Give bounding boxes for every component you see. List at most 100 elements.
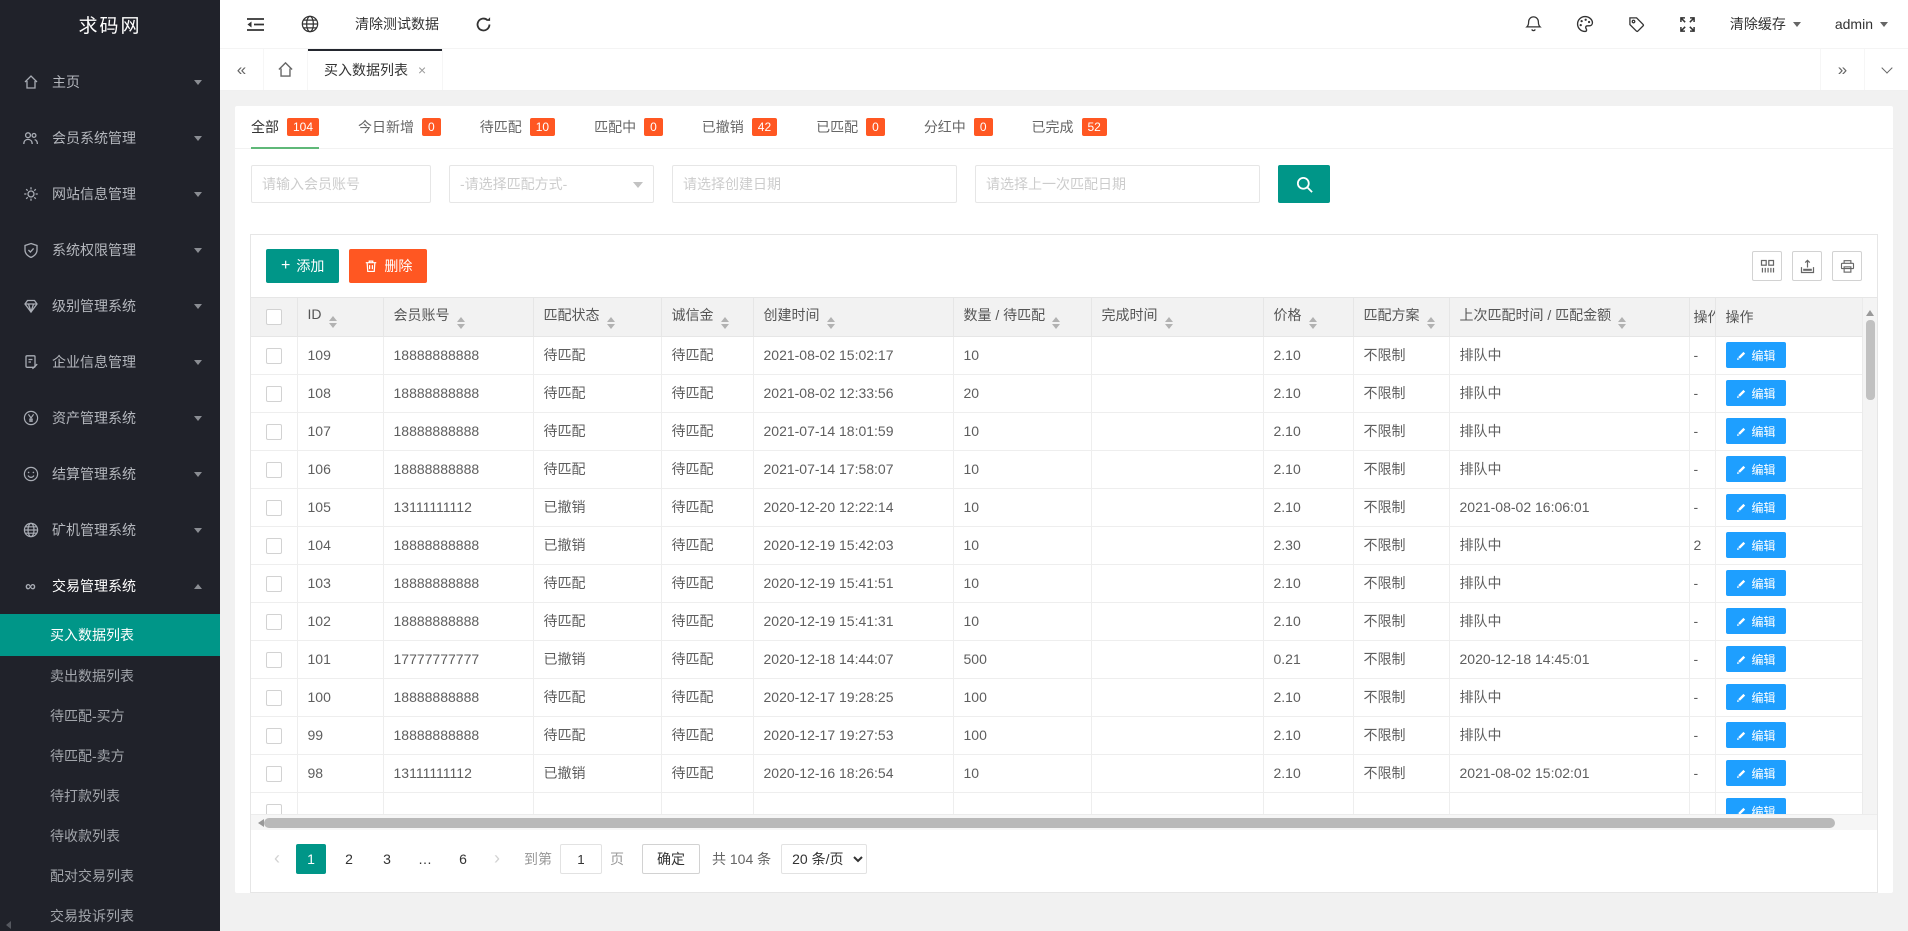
edit-button[interactable]: 编辑 [1726, 418, 1786, 444]
edit-button[interactable]: 编辑 [1726, 532, 1786, 558]
row-checkbox[interactable] [266, 728, 282, 744]
col-header-plan[interactable]: 匹配方案 [1353, 298, 1449, 336]
sidebar-subitem[interactable]: 待匹配-买方 [0, 696, 220, 736]
sidebar-item-site-info[interactable]: 网站信息管理 [0, 166, 220, 222]
col-header-status[interactable]: 匹配状态 [533, 298, 661, 336]
col-header-price[interactable]: 价格 [1263, 298, 1353, 336]
page-number-button[interactable]: 6 [448, 844, 478, 874]
next-page-button[interactable]: › [486, 844, 508, 874]
user-dropdown[interactable]: admin [1835, 16, 1888, 32]
prev-page-button[interactable]: ‹ [266, 844, 288, 874]
col-header-finished[interactable]: 完成时间 [1091, 298, 1263, 336]
sidebar-collapse-icon[interactable] [246, 17, 265, 32]
clear-cache-dropdown[interactable]: 清除缓存 [1730, 14, 1801, 34]
match-type-select[interactable]: -请选择匹配方式- [449, 165, 654, 203]
sort-icon[interactable] [1309, 317, 1317, 329]
add-button[interactable]: + 添加 [266, 249, 339, 283]
row-checkbox[interactable] [266, 576, 282, 592]
clear-test-data-button[interactable]: 清除测试数据 [355, 14, 439, 34]
scroll-left-arrow-icon[interactable] [254, 819, 264, 827]
sort-icon[interactable] [457, 317, 465, 329]
sidebar-subitem[interactable]: 卖出数据列表 [0, 656, 220, 696]
status-tab[interactable]: 待匹配 10 [480, 106, 555, 148]
row-checkbox[interactable] [266, 462, 282, 478]
globe-icon[interactable] [301, 15, 319, 33]
sidebar-scroll-left-arrow[interactable] [2, 921, 11, 929]
sidebar-item-levels[interactable]: 级别管理系统 [0, 278, 220, 334]
delete-button[interactable]: 删除 [349, 249, 427, 283]
last-match-date-input[interactable] [975, 165, 1260, 203]
edit-button[interactable]: 编辑 [1726, 798, 1786, 814]
sort-icon[interactable] [1052, 317, 1060, 329]
tabs-scroll-left-button[interactable]: « [220, 49, 264, 90]
status-tab[interactable]: 已完成 52 [1032, 106, 1107, 148]
page-size-select[interactable]: 20 条/页 [781, 844, 867, 874]
status-tab[interactable]: 全部 104 [251, 106, 319, 148]
row-checkbox[interactable] [266, 690, 282, 706]
export-icon[interactable] [1792, 251, 1822, 281]
page-number-button[interactable]: 1 [296, 844, 326, 874]
sidebar-subitem[interactable]: 配对交易列表 [0, 856, 220, 896]
row-checkbox[interactable] [266, 386, 282, 402]
sidebar-item-assets[interactable]: 资产管理系统 [0, 390, 220, 446]
row-checkbox[interactable] [266, 614, 282, 630]
row-checkbox[interactable] [266, 766, 282, 782]
col-header-quantity[interactable]: 数量 / 待匹配 [953, 298, 1091, 336]
sidebar-item-permissions[interactable]: 系统权限管理 [0, 222, 220, 278]
fullscreen-icon[interactable] [1679, 16, 1696, 33]
edit-button[interactable]: 编辑 [1726, 494, 1786, 520]
edit-button[interactable]: 编辑 [1726, 380, 1786, 406]
horizontal-scrollbar[interactable] [251, 814, 1877, 830]
notifications-bell-icon[interactable] [1525, 15, 1542, 33]
sidebar-item-enterprise[interactable]: 企业信息管理 [0, 334, 220, 390]
tab-buy-data-list[interactable]: 买入数据列表 × [308, 49, 443, 90]
page-number-button[interactable]: 3 [372, 844, 402, 874]
sidebar-subitem[interactable]: 交易投诉列表 [0, 896, 220, 931]
page-number-button[interactable]: 2 [334, 844, 364, 874]
sidebar-subitem[interactable]: 待收款列表 [0, 816, 220, 856]
sidebar-subitem[interactable]: 待打款列表 [0, 776, 220, 816]
scroll-up-arrow-icon[interactable] [1866, 306, 1874, 316]
row-checkbox[interactable] [266, 538, 282, 554]
tabs-menu-button[interactable] [1864, 49, 1908, 90]
sort-icon[interactable] [607, 317, 615, 329]
vertical-scrollbar-thumb[interactable] [1866, 320, 1875, 400]
print-icon[interactable] [1832, 251, 1862, 281]
row-checkbox[interactable] [266, 348, 282, 364]
status-tab[interactable]: 今日新增 0 [358, 106, 441, 148]
refresh-icon[interactable] [475, 16, 492, 33]
status-tab[interactable]: 已撤销 42 [702, 106, 777, 148]
edit-button[interactable]: 编辑 [1726, 456, 1786, 482]
sidebar-item-members[interactable]: 会员系统管理 [0, 110, 220, 166]
horizontal-scrollbar-thumb[interactable] [264, 818, 1835, 828]
tag-icon[interactable] [1628, 16, 1645, 33]
page-number-button[interactable]: … [410, 844, 440, 874]
col-header-deposit[interactable]: 诚信金 [661, 298, 753, 336]
row-checkbox[interactable] [266, 500, 282, 516]
row-checkbox[interactable] [266, 652, 282, 668]
edit-button[interactable]: 编辑 [1726, 608, 1786, 634]
col-header-last-match[interactable]: 上次匹配时间 / 匹配金额 [1449, 298, 1689, 336]
sidebar-subitem[interactable]: 待匹配-卖方 [0, 736, 220, 776]
sort-icon[interactable] [827, 317, 835, 329]
sort-icon[interactable] [721, 317, 729, 329]
status-tab[interactable]: 已匹配 0 [816, 106, 885, 148]
tabs-scroll-right-button[interactable]: » [1820, 49, 1864, 90]
col-header-account[interactable]: 会员账号 [383, 298, 533, 336]
theme-palette-icon[interactable] [1576, 15, 1594, 33]
sidebar-subitem[interactable]: 买入数据列表 [0, 614, 220, 656]
columns-filter-icon[interactable] [1752, 251, 1782, 281]
sort-icon[interactable] [1427, 317, 1435, 329]
close-icon[interactable]: × [418, 62, 426, 78]
sidebar-item-settlement[interactable]: 结算管理系统 [0, 446, 220, 502]
edit-button[interactable]: 编辑 [1726, 570, 1786, 596]
row-checkbox[interactable] [266, 424, 282, 440]
sidebar-item-home[interactable]: 主页 [0, 54, 220, 110]
sort-icon[interactable] [329, 316, 337, 328]
sort-icon[interactable] [1618, 317, 1626, 329]
col-header-created[interactable]: 创建时间 [753, 298, 953, 336]
search-button[interactable] [1278, 165, 1330, 203]
member-account-input[interactable] [251, 165, 431, 203]
vertical-scrollbar[interactable] [1862, 298, 1877, 814]
row-checkbox[interactable] [266, 804, 282, 814]
